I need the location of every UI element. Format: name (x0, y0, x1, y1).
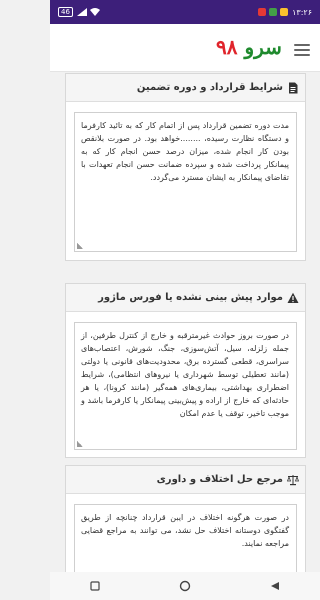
notification-icons (258, 8, 289, 16)
section-header: موارد پیش بینی نشده یا فورس ماژور (66, 284, 305, 312)
section-title: شرایط قرارداد و دوره تضمین (136, 82, 283, 93)
app-title: سرو ۹۸ (216, 35, 282, 59)
content-scroll[interactable]: شرایط قرارداد و دوره تضمین مدت دوره تضمی… (50, 73, 320, 572)
section-card: شرایط قرارداد و دوره تضمین مدت دوره تضمی… (65, 73, 306, 261)
recents-icon (90, 581, 100, 591)
app-title-word: سرو (244, 35, 282, 59)
notification-app-icon (269, 8, 278, 16)
section-header: مرجع حل اختلاف و داوری (66, 466, 305, 494)
status-time: ۱۳:۲۶ (292, 7, 312, 17)
section-text: در صورت هرگونه اختلاف در ایبن قرارداد چن… (81, 513, 289, 548)
nav-home-button[interactable] (171, 576, 199, 596)
section-text: مدت دوره تضمین قرارداد پس از اتمام کار ک… (81, 121, 289, 182)
system-nav-bar (50, 572, 320, 600)
wifi-icon (89, 8, 100, 16)
section-title: مرجع حل اختلاف و داوری (156, 474, 283, 485)
section-header: شرایط قرارداد و دوره تضمین (66, 74, 305, 102)
resize-handle-icon[interactable] (77, 441, 83, 447)
app-bar: سرو ۹۸ (50, 24, 320, 72)
section-card: موارد پیش بینی نشده یا فورس ماژور در صور… (65, 283, 306, 458)
signal-icon (76, 8, 87, 16)
status-bar: 46 ۱۳:۲۶ (50, 0, 320, 24)
document-icon (289, 82, 298, 93)
nav-recents-button[interactable] (81, 576, 109, 596)
balance-scale-icon (287, 474, 299, 485)
signal-icons (76, 8, 100, 16)
section-text: در صورت بروز حوادث غیرمترقبه و خارج از ک… (81, 331, 289, 418)
warning-icon (287, 292, 299, 303)
hamburger-menu-icon[interactable] (294, 44, 310, 56)
back-icon (271, 582, 279, 590)
section-text-area[interactable]: در صورت بروز حوادث غیرمترقبه و خارج از ک… (74, 322, 297, 450)
section-title: موارد پیش بینی نشده یا فورس ماژور (98, 292, 283, 303)
nav-back-button[interactable] (261, 576, 289, 596)
battery-indicator: 46 (58, 7, 73, 17)
resize-handle-icon[interactable] (77, 243, 83, 249)
notification-app-icon (258, 8, 267, 16)
notification-app-icon (280, 8, 289, 16)
section-card: مرجع حل اختلاف و داوری در صورت هرگونه اخ… (65, 465, 306, 572)
section-text-area[interactable]: مدت دوره تضمین قرارداد پس از اتمام کار ک… (74, 112, 297, 252)
home-icon (179, 580, 191, 592)
app-title-number: ۹۸ (216, 35, 238, 59)
section-text-area[interactable]: در صورت هرگونه اختلاف در ایبن قرارداد چن… (74, 504, 297, 572)
